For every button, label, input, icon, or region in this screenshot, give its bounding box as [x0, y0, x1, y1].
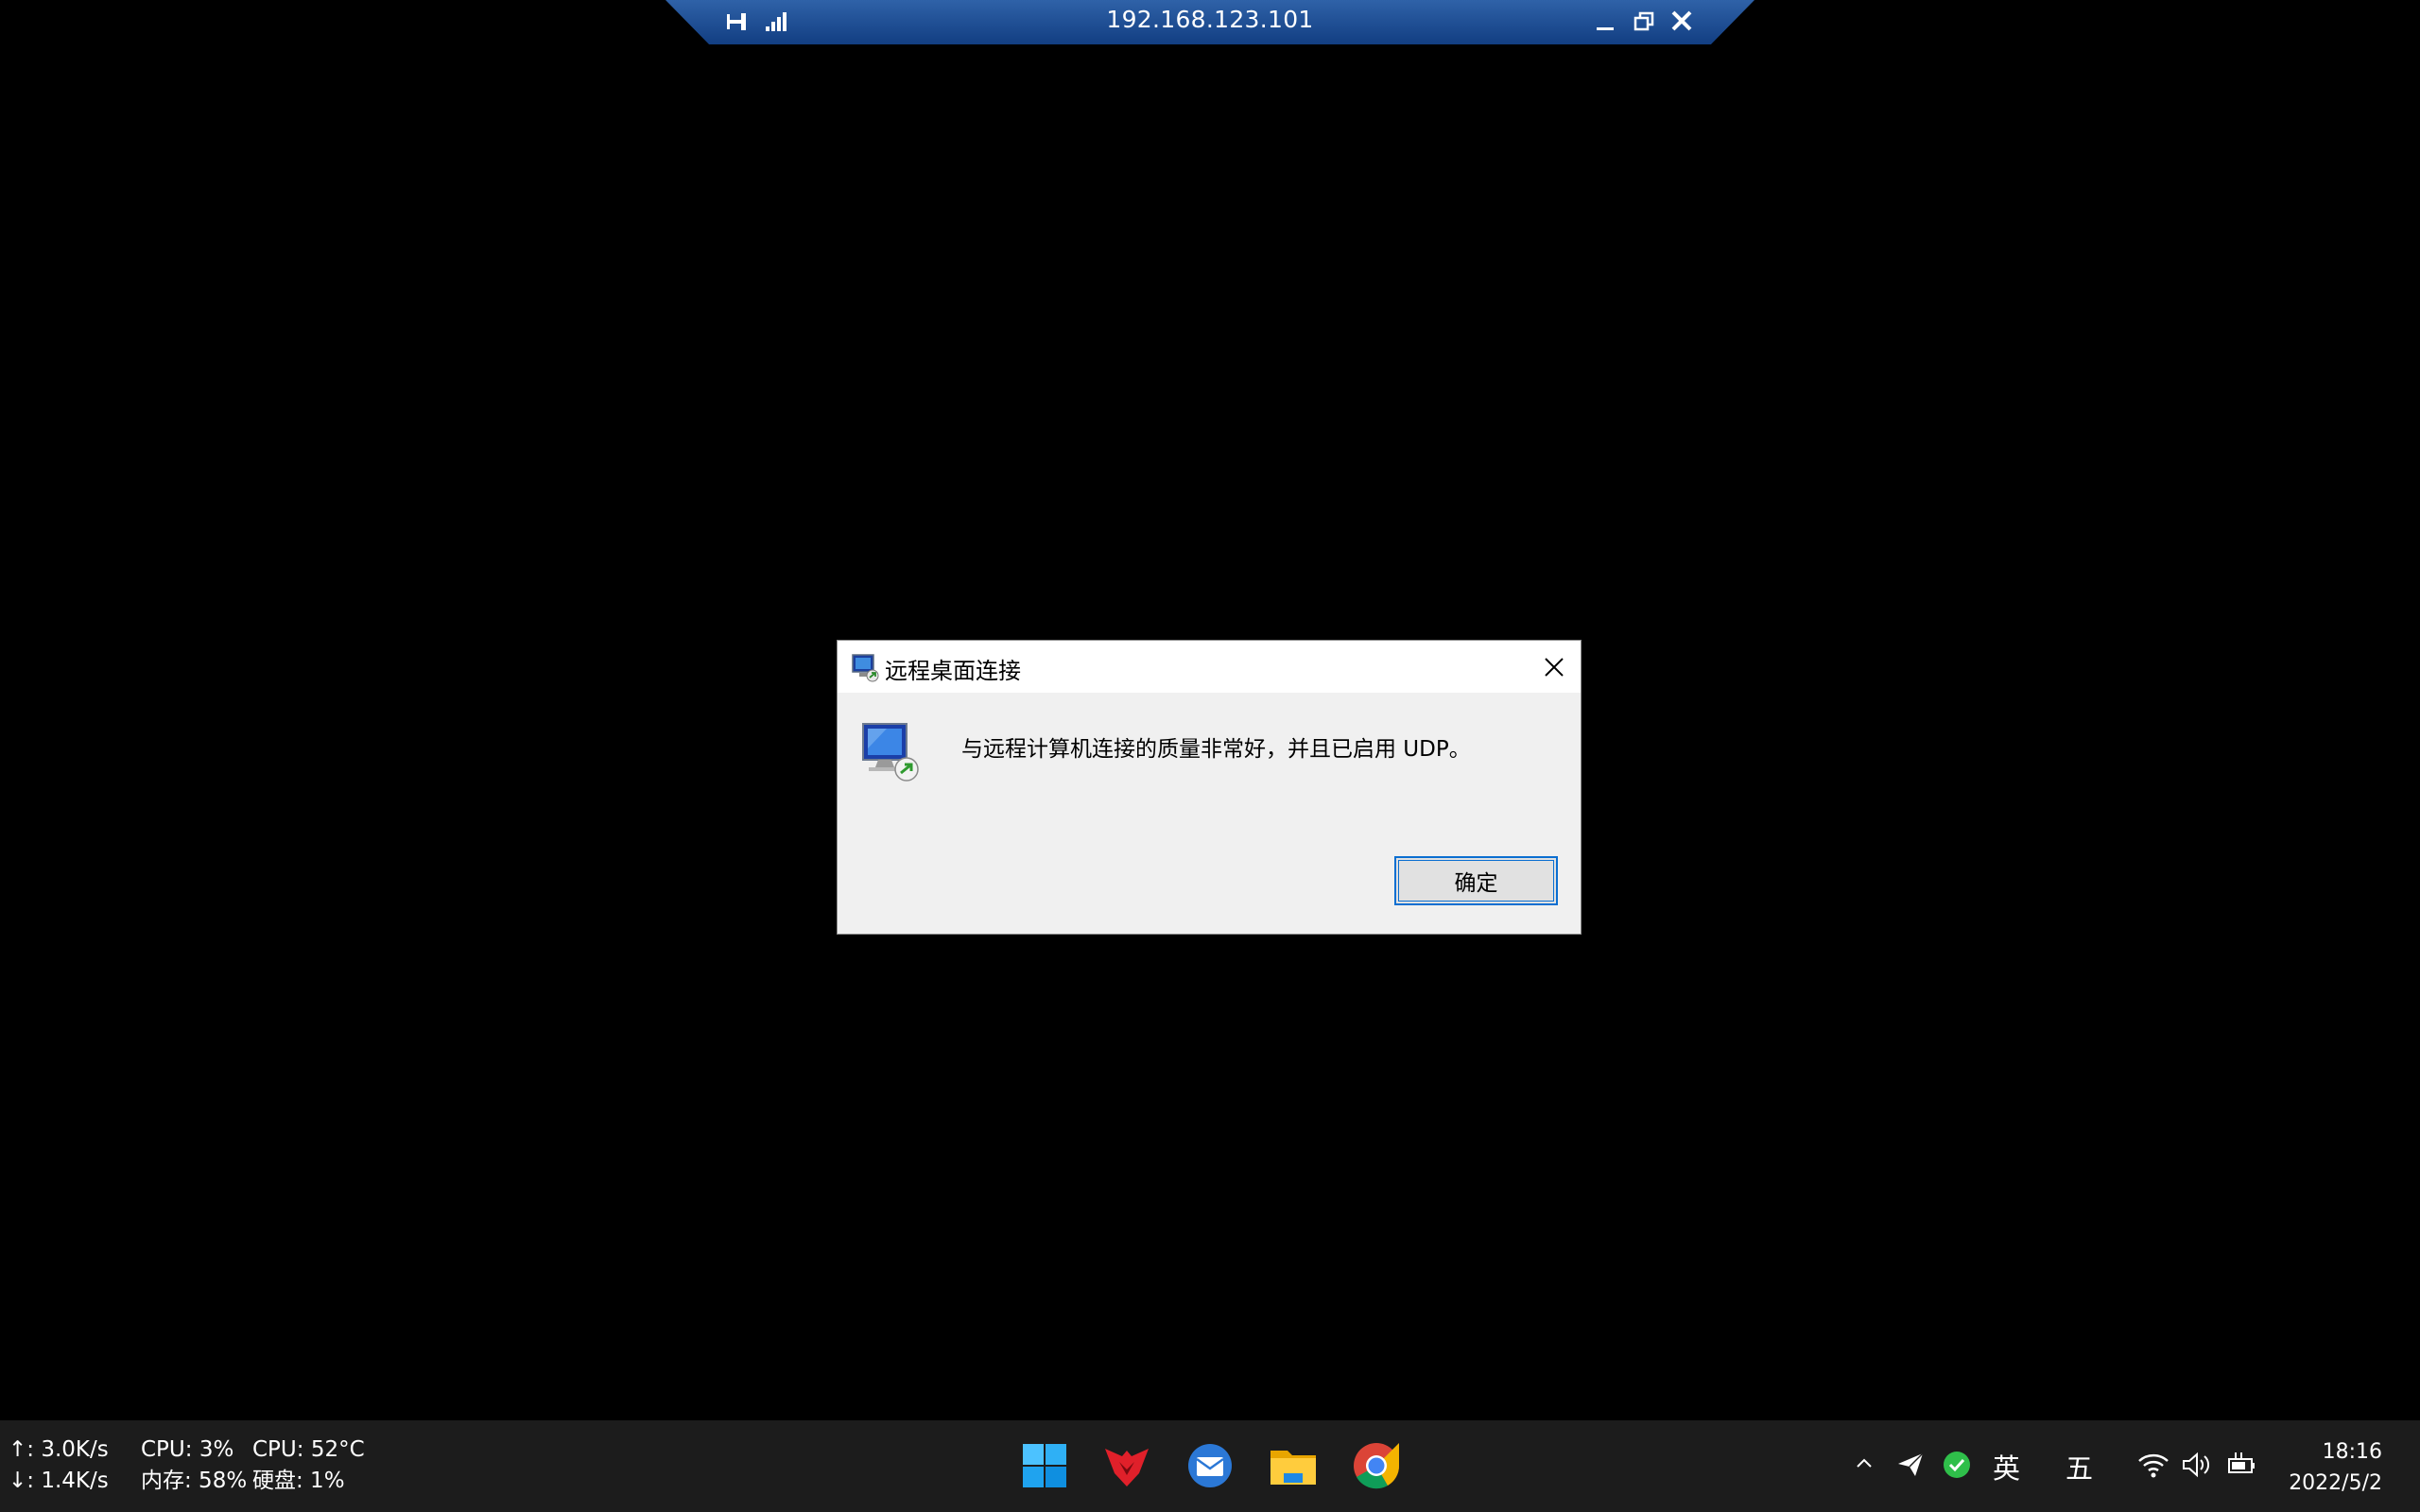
clock-time: 18:16 [2322, 1440, 2382, 1464]
mail-app-icon[interactable] [1185, 1441, 1235, 1490]
file-explorer-icon[interactable] [1269, 1441, 1318, 1490]
system-monitor-widget[interactable]: ↑: 3.0K/s CPU: 3% CPU: 52°C ↓: 1.4K/s 内存: 5… [9, 1435, 365, 1497]
clock-date: 2022/5/2 [2289, 1471, 2382, 1495]
taskbar: ↑: 3.0K/s CPU: 3% CPU: 52°C ↓: 1.4K/s 内存: 5… [0, 1420, 2420, 1512]
memory-usage: 内存: 58% [141, 1469, 248, 1493]
volume-icon[interactable] [2181, 1451, 2213, 1483]
remote-desktop-icon [850, 652, 880, 682]
upload-speed: ↑: 3.0K/s [9, 1437, 109, 1462]
cpu-usage: CPU: 3% [141, 1437, 234, 1462]
dialog-message: 与远程计算机连接的质量非常好，并且已启用 UDP。 [961, 737, 1471, 762]
close-icon[interactable] [1533, 646, 1575, 688]
ime-mode-indicator[interactable]: 五 [2066, 1447, 2093, 1486]
minimize-icon[interactable] [1591, 9, 1619, 35]
chrome-icon[interactable] [1352, 1441, 1401, 1490]
dialog-titlebar[interactable]: 远程桌面连接 [838, 641, 1581, 693]
paper-plane-icon[interactable] [1896, 1451, 1925, 1483]
rdp-connection-bar: 192.168.123.101 [666, 0, 1754, 44]
ok-button[interactable]: 确定 [1394, 856, 1558, 905]
disk-usage: 硬盘: 1% [252, 1469, 345, 1493]
battery-icon[interactable] [2226, 1451, 2258, 1483]
remote-desktop-dialog: 远程桌面连接 与远程计算机连接的质量非常好，并且已启用 UDP。 确定 [837, 640, 1582, 935]
cpu-temperature: CPU: 52°C [252, 1437, 365, 1462]
clock[interactable]: 18:16 2022/5/2 [2289, 1436, 2382, 1499]
download-speed: ↓: 1.4K/s [9, 1469, 109, 1493]
dialog-title: 远程桌面连接 [885, 658, 1021, 684]
remote-desktop-monitor-icon [859, 720, 924, 784]
restore-icon[interactable] [1630, 9, 1658, 35]
chevron-up-icon[interactable] [1854, 1453, 1875, 1478]
green-check-icon[interactable] [1943, 1451, 1971, 1483]
ime-language-indicator[interactable]: 英 [1993, 1447, 2020, 1486]
close-icon[interactable] [1668, 9, 1696, 35]
windows-start-icon[interactable] [1020, 1441, 1069, 1490]
wifi-icon[interactable] [2137, 1451, 2169, 1483]
red-app-icon[interactable] [1102, 1441, 1151, 1490]
